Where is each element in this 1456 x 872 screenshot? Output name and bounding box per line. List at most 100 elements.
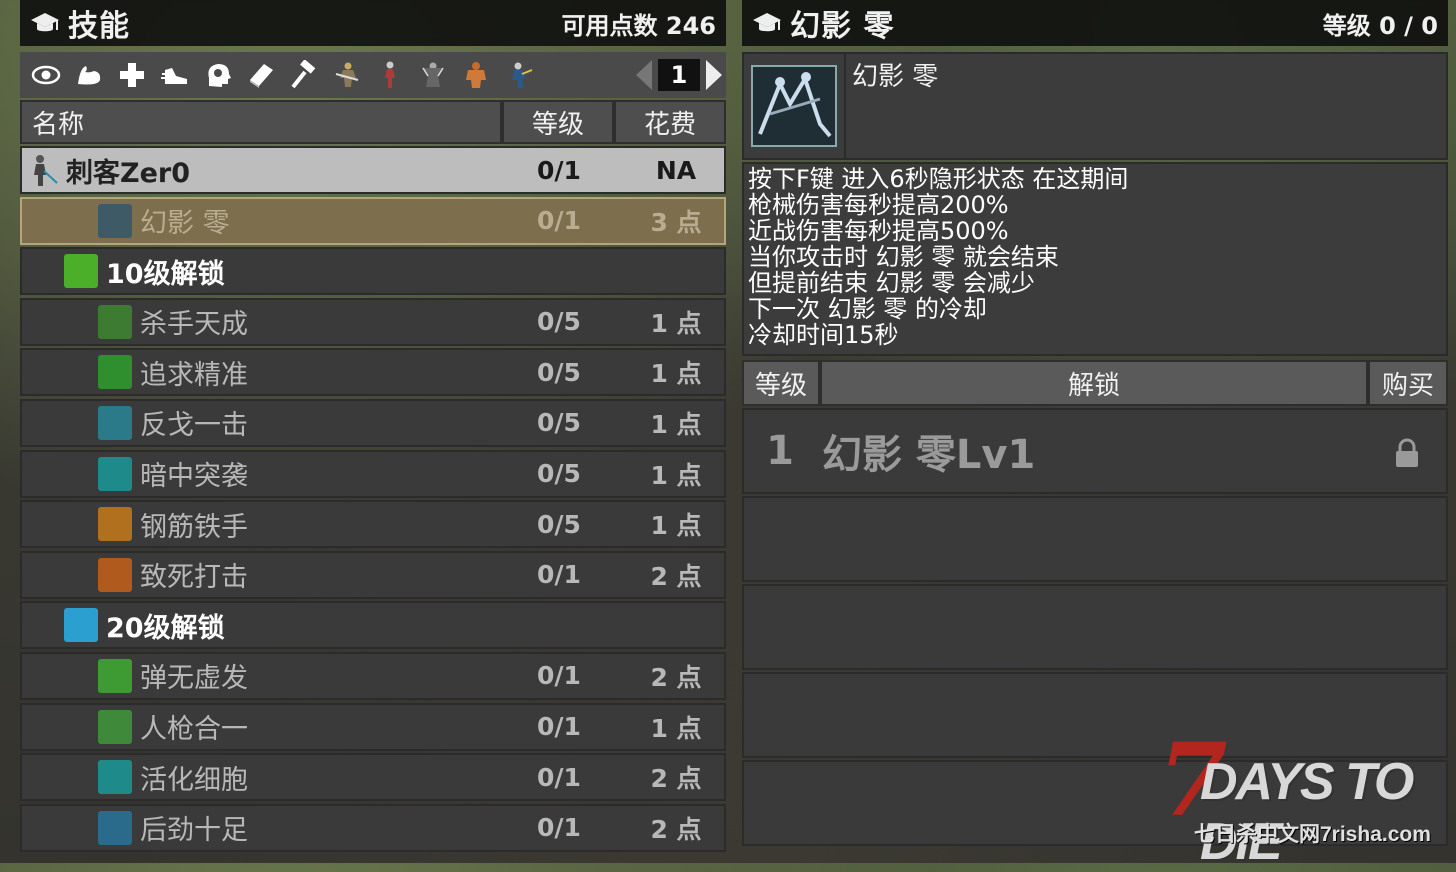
iron-hand-icon — [98, 507, 132, 542]
skill-cost: 1 点 — [650, 359, 702, 389]
watermark-site: 七日杀中文网7risha.com — [1194, 823, 1431, 846]
skill-row[interactable]: 反戈一击 0/5 1 点 — [20, 398, 726, 447]
skill-row[interactable]: 人枪合一 0/1 1 点 — [20, 702, 726, 751]
skill-level: 0/1 — [537, 762, 581, 792]
skill-level: 0/1 — [537, 712, 581, 742]
phantom-icon — [98, 203, 132, 238]
skill-name: 弹无虚发 — [140, 663, 248, 695]
skill-cost: 1 点 — [650, 460, 702, 490]
skill-cost: 1 点 — [650, 511, 702, 541]
detail-level: 等级 0 / 0 — [1322, 11, 1438, 40]
unlock-column-unlock: 解锁 — [820, 360, 1368, 406]
skill-row[interactable]: 暗中突袭 0/5 1 点 — [20, 449, 726, 498]
skill-name: 暗中突袭 — [140, 461, 248, 493]
unlock-table-header: 等级 解锁 购买 — [742, 360, 1448, 406]
skill-row[interactable]: 钢筋铁手 0/5 1 点 — [20, 500, 726, 549]
unlock-name: 幻影 零Lv1 — [822, 432, 1036, 478]
page-selector: 1 — [636, 59, 722, 91]
skill-name: 幻影 零 — [140, 208, 230, 240]
unlock-tier-row: 20级解锁 — [20, 601, 726, 650]
skill-level: 0/1 — [537, 155, 581, 185]
skill-level: 0/1 — [537, 661, 581, 691]
description-line: 当你攻击时 幻影 零 就会结束 — [748, 243, 1059, 271]
class-figure-1-icon[interactable] — [329, 57, 365, 93]
skill-cost: 1 点 — [650, 409, 702, 439]
skill-detail-header: 幻影 零 等级 0 / 0 — [742, 0, 1448, 46]
agility-shoe-icon[interactable] — [157, 57, 193, 93]
skill-name: 反戈一击 — [140, 410, 248, 442]
page-number: 1 — [658, 59, 700, 91]
skill-level: 0/5 — [537, 357, 581, 387]
class-figure-5-icon[interactable] — [501, 57, 537, 93]
skill-name: 20级解锁 — [106, 612, 225, 644]
skill-cost: 3 点 — [650, 207, 702, 237]
unlock-row — [742, 496, 1448, 582]
green-badge-icon — [64, 254, 98, 289]
detail-title: 幻影 零 — [790, 9, 895, 44]
skill-list: 刺客Zer0 0/1 NA 幻影 零 0/1 3 点 10级解锁 杀手天成 0/5 1 点追求精准… — [20, 146, 726, 854]
class-figure-4-icon[interactable] — [458, 57, 494, 93]
unlock-level-number: 1 — [766, 428, 794, 474]
skill-level: 0/1 — [537, 813, 581, 843]
cell-icon — [98, 760, 132, 795]
skill-large-icon-box — [742, 52, 846, 160]
skill-row[interactable]: 弹无虚发 0/1 2 点 — [20, 651, 726, 700]
skill-level: 0/5 — [537, 307, 581, 337]
available-points: 可用点数 246 — [561, 11, 716, 40]
class-figure-3-icon[interactable] — [415, 57, 451, 93]
skill-name: 杀手天成 — [140, 309, 248, 341]
skill-name: 刺客Zer0 — [66, 157, 190, 189]
strength-arm-icon[interactable] — [71, 57, 107, 93]
skill-level: 0/5 — [537, 459, 581, 489]
skill-cost: 1 点 — [650, 308, 702, 338]
burst-icon — [98, 810, 132, 845]
skill-description: 按下F键 进入6秒隐形状态 在这期间 枪械伤害每秒提高200% 近战伤害每秒提高50… — [742, 162, 1448, 356]
skill-level: 0/1 — [537, 206, 581, 236]
unlock-row — [742, 584, 1448, 670]
column-cost[interactable]: 花费 — [614, 100, 726, 144]
skill-row[interactable]: 刺客Zer0 0/1 NA — [20, 146, 726, 194]
book-icon[interactable] — [243, 57, 279, 93]
skill-level: 0/5 — [537, 509, 581, 539]
lethal-icon — [98, 557, 132, 592]
unlock-tier-row: 10级解锁 — [20, 247, 726, 296]
skill-level: 0/5 — [537, 408, 581, 438]
skill-name: 人枪合一 — [140, 714, 248, 746]
buy-button[interactable]: 购买 — [1368, 360, 1448, 406]
skill-row[interactable]: 杀手天成 0/5 1 点 — [20, 297, 726, 346]
skill-row[interactable]: 致死打击 0/1 2 点 — [20, 550, 726, 599]
column-name[interactable]: 名称 — [20, 100, 502, 144]
gun-icon — [98, 709, 132, 744]
skill-cost: 2 点 — [650, 662, 702, 692]
fortitude-cross-icon[interactable] — [114, 57, 150, 93]
intellect-head-icon[interactable] — [200, 57, 236, 93]
description-line: 但提前结束 幻影 零 会减少 — [748, 269, 1035, 297]
skill-row[interactable]: 后劲十足 0/1 2 点 — [20, 803, 726, 852]
counter-icon — [98, 405, 132, 440]
skill-name: 幻影 零 — [852, 62, 939, 92]
skill-row[interactable]: 活化细胞 0/1 2 点 — [20, 753, 726, 802]
ambush-icon — [98, 456, 132, 491]
skills-panel-header: 技能 可用点数 246 — [20, 0, 726, 46]
skill-cost: NA — [655, 155, 697, 185]
crafting-hammer-icon[interactable] — [286, 57, 322, 93]
skills-title: 技能 — [68, 9, 130, 44]
game-logo: 7 DAYS TO DIE 七日杀中文网7risha.com — [1150, 730, 1450, 871]
phantom-icon — [751, 65, 837, 147]
skill-cost: 2 点 — [650, 561, 702, 591]
perception-eye-icon[interactable] — [28, 57, 64, 93]
column-level[interactable]: 等级 — [502, 100, 614, 144]
skill-name: 钢筋铁手 — [140, 511, 248, 543]
unlock-row[interactable]: 1 幻影 零Lv1 — [742, 408, 1448, 494]
skill-row[interactable]: 幻影 零 0/1 3 点 — [20, 196, 726, 245]
hand-icon — [98, 304, 132, 339]
description-line: 近战伤害每秒提高500% — [748, 217, 1009, 245]
graduation-cap-icon — [31, 13, 59, 32]
next-page-arrow-icon[interactable] — [706, 60, 722, 90]
skill-row[interactable]: 追求精准 0/5 1 点 — [20, 348, 726, 397]
prev-page-arrow-icon[interactable] — [636, 60, 652, 90]
class-figure-2-icon[interactable] — [372, 57, 408, 93]
description-line: 按下F键 进入6秒隐形状态 在这期间 — [748, 165, 1129, 193]
description-line: 冷却时间15秒 — [748, 321, 899, 349]
skill-name: 活化细胞 — [140, 764, 248, 796]
